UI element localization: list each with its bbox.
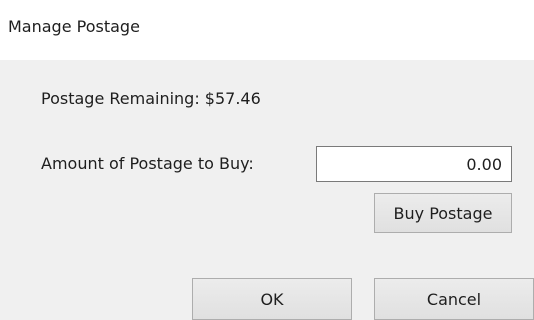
- dialog-title: Manage Postage: [8, 17, 140, 36]
- title-bar: Manage Postage: [0, 0, 534, 60]
- manage-postage-dialog: Manage Postage Postage Remaining: $57.46…: [0, 0, 534, 320]
- amount-to-buy-label: Amount of Postage to Buy:: [41, 154, 254, 173]
- buy-postage-button[interactable]: Buy Postage: [374, 193, 512, 233]
- amount-to-buy-input[interactable]: [316, 146, 512, 182]
- cancel-button[interactable]: Cancel: [374, 278, 534, 320]
- ok-button[interactable]: OK: [192, 278, 352, 320]
- postage-remaining-label: Postage Remaining: $57.46: [41, 89, 261, 108]
